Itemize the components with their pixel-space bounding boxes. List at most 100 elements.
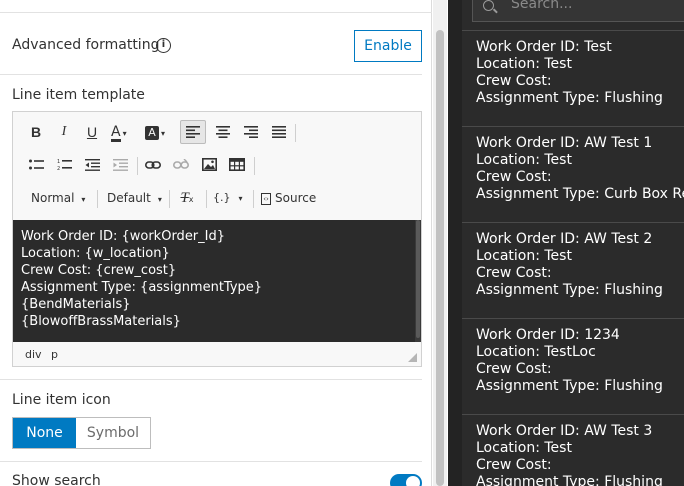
toolbar-row-2: 12 bbox=[13, 153, 423, 179]
toolbar-separator bbox=[253, 190, 254, 208]
chevron-down-icon: ▾ bbox=[157, 195, 162, 204]
editor-content[interactable]: Work Order ID: {workOrder_Id} Location: … bbox=[13, 220, 415, 342]
toolbar-separator bbox=[295, 124, 296, 142]
align-center-button[interactable] bbox=[212, 120, 234, 144]
toggle-knob bbox=[406, 476, 420, 486]
unlink-button[interactable] bbox=[171, 153, 191, 177]
list-item-line: Location: Test bbox=[476, 440, 572, 456]
decrease-indent-button[interactable] bbox=[83, 153, 101, 177]
section-divider bbox=[0, 379, 422, 380]
show-search-toggle[interactable] bbox=[390, 474, 422, 486]
format-select[interactable]: Normal ▾ bbox=[31, 186, 91, 210]
toolbar-separator bbox=[169, 190, 170, 208]
settings-scrollbar[interactable] bbox=[433, 0, 447, 486]
list-item-line: Location: Test bbox=[476, 56, 572, 72]
bold-button[interactable]: B bbox=[27, 120, 45, 144]
bulleted-list-button[interactable] bbox=[27, 153, 45, 177]
source-button-label: Source bbox=[275, 191, 317, 205]
rich-text-editor: B I U A ▾ A ▾ 1 2 Normal ▾ Default ▾ Tx … bbox=[12, 111, 422, 367]
table-icon bbox=[229, 158, 245, 171]
toolbar-row-3: Normal ▾ Default ▾ Tx {.} ▾ ‹› Source bbox=[13, 186, 423, 212]
element-path-p[interactable]: p bbox=[51, 348, 58, 361]
advanced-formatting-label: Advanced formatting bbox=[12, 37, 160, 53]
table-button[interactable] bbox=[227, 153, 247, 177]
decrease-indent-icon bbox=[84, 159, 100, 171]
line-item-icon-segmented-control: None Symbol bbox=[12, 417, 151, 449]
remove-format-icon: T bbox=[180, 190, 189, 206]
editor-line: Location: {w_location} bbox=[21, 246, 170, 261]
list-item[interactable]: Work Order ID: 1234 Location: TestLoc Cr… bbox=[462, 318, 684, 414]
element-path: div p bbox=[13, 342, 421, 366]
font-select-value: Default bbox=[107, 191, 151, 205]
list-item[interactable]: Work Order ID: AW Test 1 Location: Test … bbox=[462, 126, 684, 222]
settings-panel: Advanced formatting i Enable Line item t… bbox=[0, 0, 432, 486]
list-item[interactable]: Work Order ID: Test Location: Test Crew … bbox=[462, 30, 684, 126]
list-item-line: Work Order ID: Test bbox=[476, 39, 612, 55]
search-input[interactable]: Search... bbox=[472, 0, 684, 22]
editor-line: Crew Cost: {crew_cost} bbox=[21, 263, 177, 278]
list-item-line: Assignment Type: Flushing bbox=[476, 378, 663, 394]
search-icon bbox=[483, 0, 494, 11]
list-item-line: Crew Cost: bbox=[476, 73, 552, 89]
text-color-button[interactable]: A ▾ bbox=[111, 120, 143, 144]
align-left-button[interactable] bbox=[180, 120, 206, 144]
font-select[interactable]: Default ▾ bbox=[107, 186, 165, 210]
numbered-list-icon: 12 bbox=[57, 159, 72, 172]
list-item-line: Work Order ID: AW Test 2 bbox=[476, 231, 653, 247]
toolbar-separator bbox=[254, 157, 255, 175]
list-item-line: Assignment Type: Flushing bbox=[476, 282, 663, 298]
source-icon: ‹› bbox=[261, 192, 271, 205]
section-divider bbox=[0, 74, 422, 75]
justify-icon bbox=[272, 126, 286, 138]
underline-button[interactable]: U bbox=[83, 120, 101, 144]
section-divider bbox=[0, 461, 422, 462]
icon-option-symbol[interactable]: Symbol bbox=[76, 418, 150, 448]
list-item-line: Work Order ID: 1234 bbox=[476, 327, 620, 343]
settings-scrollbar-thumb[interactable] bbox=[436, 30, 444, 486]
list-item-line: Location: TestLoc bbox=[476, 344, 596, 360]
link-button[interactable] bbox=[143, 153, 163, 177]
image-button[interactable] bbox=[199, 153, 219, 177]
toolbar-separator bbox=[137, 157, 138, 175]
list-item-line: Location: Test bbox=[476, 248, 572, 264]
element-path-div[interactable]: div bbox=[25, 348, 42, 361]
italic-button[interactable]: I bbox=[55, 120, 73, 144]
link-icon bbox=[145, 161, 161, 169]
list-preview: Search... Work Order ID: Test Location: … bbox=[448, 0, 684, 486]
numbered-list-button[interactable]: 12 bbox=[55, 153, 73, 177]
text-color-icon: A bbox=[111, 124, 121, 142]
toolbar-separator bbox=[206, 190, 207, 208]
align-right-button[interactable] bbox=[240, 120, 262, 144]
chevron-down-icon: ▾ bbox=[161, 129, 166, 138]
svg-text:1: 1 bbox=[57, 159, 60, 165]
list-item[interactable]: Work Order ID: AW Test 2 Location: Test … bbox=[462, 222, 684, 318]
enable-button[interactable]: Enable bbox=[354, 30, 422, 62]
increase-indent-button[interactable] bbox=[111, 153, 129, 177]
editor-line: Assignment Type: {assignmentType} bbox=[21, 280, 263, 295]
top-divider bbox=[0, 12, 432, 13]
list-item-line: Crew Cost: bbox=[476, 169, 552, 185]
remove-format-button[interactable]: Tx bbox=[177, 186, 197, 210]
list-item-line: Assignment Type: Flushing bbox=[476, 90, 663, 106]
resize-handle-icon[interactable] bbox=[408, 353, 417, 362]
bulleted-list-icon bbox=[28, 159, 44, 170]
editor-scrollbar[interactable] bbox=[415, 220, 421, 342]
editor-scrollbar-thumb[interactable] bbox=[416, 220, 420, 338]
preview-edge bbox=[448, 0, 462, 486]
svg-text:2: 2 bbox=[57, 166, 60, 171]
icon-option-none[interactable]: None bbox=[13, 418, 76, 448]
list-item-line: Work Order ID: AW Test 3 bbox=[476, 423, 653, 439]
editor-line: {BendMaterials} bbox=[21, 297, 131, 312]
align-left-icon bbox=[186, 126, 200, 138]
toolbar-separator bbox=[97, 190, 98, 208]
source-button[interactable]: ‹› Source bbox=[261, 186, 323, 210]
image-icon bbox=[201, 158, 217, 171]
justify-button[interactable] bbox=[268, 120, 290, 144]
placeholder-select-value: {.} bbox=[213, 191, 231, 204]
background-color-button[interactable]: A ▾ bbox=[145, 120, 175, 144]
search-placeholder: Search... bbox=[511, 0, 573, 12]
unlink-icon bbox=[173, 158, 189, 169]
info-icon[interactable]: i bbox=[156, 38, 171, 53]
list-item[interactable]: Work Order ID: AW Test 3 Location: Test … bbox=[462, 414, 684, 486]
placeholder-select[interactable]: {.} ▾ bbox=[213, 186, 247, 210]
